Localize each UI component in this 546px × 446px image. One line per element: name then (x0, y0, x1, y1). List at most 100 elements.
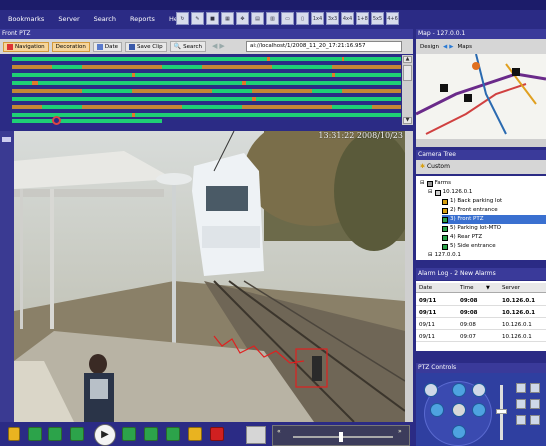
top-strip (0, 0, 546, 10)
preset-icon[interactable] (530, 383, 540, 393)
layout-4x4-button[interactable]: 4x4 (341, 12, 354, 25)
tree-node-server[interactable]: ⊟ 10.126.0.1 (428, 188, 472, 197)
back-arrow-icon[interactable]: ◀ (212, 42, 217, 51)
step-back-button[interactable] (70, 427, 84, 441)
layout-1p8-button[interactable]: 1+8 (356, 12, 369, 25)
navigation-button[interactable]: Navigation (3, 41, 49, 52)
table-row[interactable]: 09/11 09:08 10.126.0.1 (416, 320, 546, 330)
design-button[interactable]: Design (420, 44, 439, 50)
decoration-button[interactable]: Decoration (51, 41, 90, 52)
tree-node-camera[interactable]: 1) Back parking lot (442, 197, 502, 206)
menu-search[interactable]: Search (94, 15, 116, 23)
tree-node-camera[interactable]: 5) Parking lot-MTO (442, 224, 501, 233)
layout-4p6-button[interactable]: 4+6 (386, 12, 399, 25)
preset-icon[interactable] (516, 383, 526, 393)
bookmark-button[interactable] (246, 426, 266, 444)
scroll-down-icon[interactable]: ▼ (403, 117, 412, 124)
preset-icon[interactable] (516, 399, 526, 409)
preset-icon[interactable] (530, 399, 540, 409)
record-button[interactable] (210, 427, 224, 441)
step-forward-button[interactable] (122, 427, 136, 441)
tree-node-camera-selected[interactable]: 3) Front PTZ (442, 215, 546, 224)
layout-3x1-icon[interactable]: ▯ (296, 12, 309, 25)
layout-grid-icon[interactable]: ▤ (251, 12, 264, 25)
table-row[interactable]: 09/11 09:08 10.126.0.1 (416, 308, 546, 318)
refresh-icon[interactable]: ↻ (176, 12, 189, 25)
server-icon (434, 189, 441, 196)
left-strip (0, 131, 14, 422)
tilt-down-button[interactable] (452, 425, 466, 439)
edit-icon[interactable]: ✎ (191, 12, 204, 25)
layout-1x1-icon[interactable]: ■ (206, 12, 219, 25)
zoom-in-button[interactable] (424, 383, 438, 397)
scroll-up-icon[interactable]: ▲ (403, 56, 412, 63)
preset-icon[interactable] (530, 415, 540, 425)
search-button[interactable]: 🔍 Search (169, 41, 207, 52)
layout-1x4-button[interactable]: 1x4 (311, 12, 324, 25)
layout-split-icon[interactable]: ▥ (266, 12, 279, 25)
camera-icon (442, 198, 448, 205)
menu-reports[interactable]: Reports (130, 15, 155, 23)
zoom-out-button[interactable] (472, 383, 486, 397)
tree-node-root[interactable]: ⊟ Farms (420, 179, 451, 188)
layout-5x5-button[interactable]: 5x5 (371, 12, 384, 25)
layout-3x3-button[interactable]: 3x3 (326, 12, 339, 25)
table-row[interactable]: 09/11 09:08 10.126.0.1 (416, 296, 546, 306)
slider-thumb[interactable] (339, 432, 343, 442)
camera-icon (442, 234, 448, 241)
date-button[interactable]: Date (92, 41, 123, 52)
zoom-slider-thumb[interactable] (496, 409, 507, 414)
speed-slider[interactable]: « » (272, 425, 410, 446)
forward-fast-button[interactable] (166, 427, 180, 441)
custom-tab[interactable]: ✱ Custom (416, 160, 546, 174)
forward-button[interactable] (144, 427, 158, 441)
map-forward-icon[interactable]: ▶ (449, 44, 453, 50)
url-field[interactable]: ai://localhost/1/2008_11_20_17:21:16.957 (246, 41, 402, 52)
forward-arrow-icon[interactable]: ▶ (219, 42, 224, 51)
custom-label: Custom (426, 163, 450, 170)
tree-node-camera[interactable]: 2) Front entrance (442, 206, 498, 215)
table-row[interactable]: 09/11 09:07 10.126.0.1 (416, 332, 546, 342)
header-time[interactable]: Time (460, 283, 473, 293)
preset-icon[interactable] (516, 415, 526, 425)
scroll-thumb[interactable] (403, 65, 412, 81)
layout-2x2-icon[interactable]: ▦ (221, 12, 234, 25)
video-view[interactable]: 13:31:22 2008/10/23 (14, 131, 405, 422)
tree-node-camera[interactable]: 4) Rear PTZ (442, 233, 482, 242)
pan-left-button[interactable] (430, 403, 444, 417)
ptz-home-button[interactable] (452, 403, 466, 417)
pan-right-button[interactable] (472, 403, 486, 417)
alarm-log-title: Alarm Log - 2 New Alarms (416, 268, 546, 280)
tilt-up-button[interactable] (452, 383, 466, 397)
tree-node-camera[interactable]: 5) Side entrance (442, 242, 496, 251)
menu-server[interactable]: Server (58, 15, 79, 23)
play-button[interactable]: ▶ (94, 424, 116, 446)
playhead-marker[interactable] (52, 116, 61, 125)
timeline-scrollbar[interactable]: ▲ ▼ (402, 55, 413, 125)
sort-icon: ▼ (486, 285, 490, 291)
skip-end-button[interactable] (188, 427, 202, 441)
collapse-icon: ⊟ (428, 252, 433, 258)
search-label: Search (183, 43, 203, 50)
move-icon[interactable]: ✥ (236, 12, 249, 25)
map-view[interactable] (416, 54, 546, 139)
timeline[interactable] (12, 55, 401, 125)
skip-start-button[interactable] (8, 427, 20, 441)
map-panel-title: Map - 127.0.0.1 (416, 29, 546, 39)
header-date[interactable]: Date (419, 283, 432, 293)
header-server[interactable]: Server (502, 283, 520, 293)
camera-label: 5) Side entrance (450, 243, 496, 249)
camera-label: 1) Back parking lot (450, 198, 503, 204)
rewind-button[interactable] (48, 427, 62, 441)
layout-2x1-icon[interactable]: ▭ (281, 12, 294, 25)
map-back-icon[interactable]: ◀ (443, 44, 447, 50)
save-clip-button[interactable]: Save Clip (125, 41, 167, 52)
video-scrollbar[interactable] (405, 131, 413, 422)
timeline-track (12, 97, 401, 101)
layout-toolbar: ↻ ✎ ■ ▦ ✥ ▤ ▥ ▭ ▯ 1x4 3x3 4x4 1+8 5x5 4+… (176, 12, 399, 26)
tree-node-server[interactable]: ⊟ 127.0.0.1 (428, 251, 461, 260)
rewind-fast-button[interactable] (28, 427, 42, 441)
maps-button[interactable]: Maps (457, 44, 471, 50)
menu-bookmarks[interactable]: Bookmarks (8, 15, 44, 23)
map-scrollbar[interactable] (416, 139, 546, 147)
